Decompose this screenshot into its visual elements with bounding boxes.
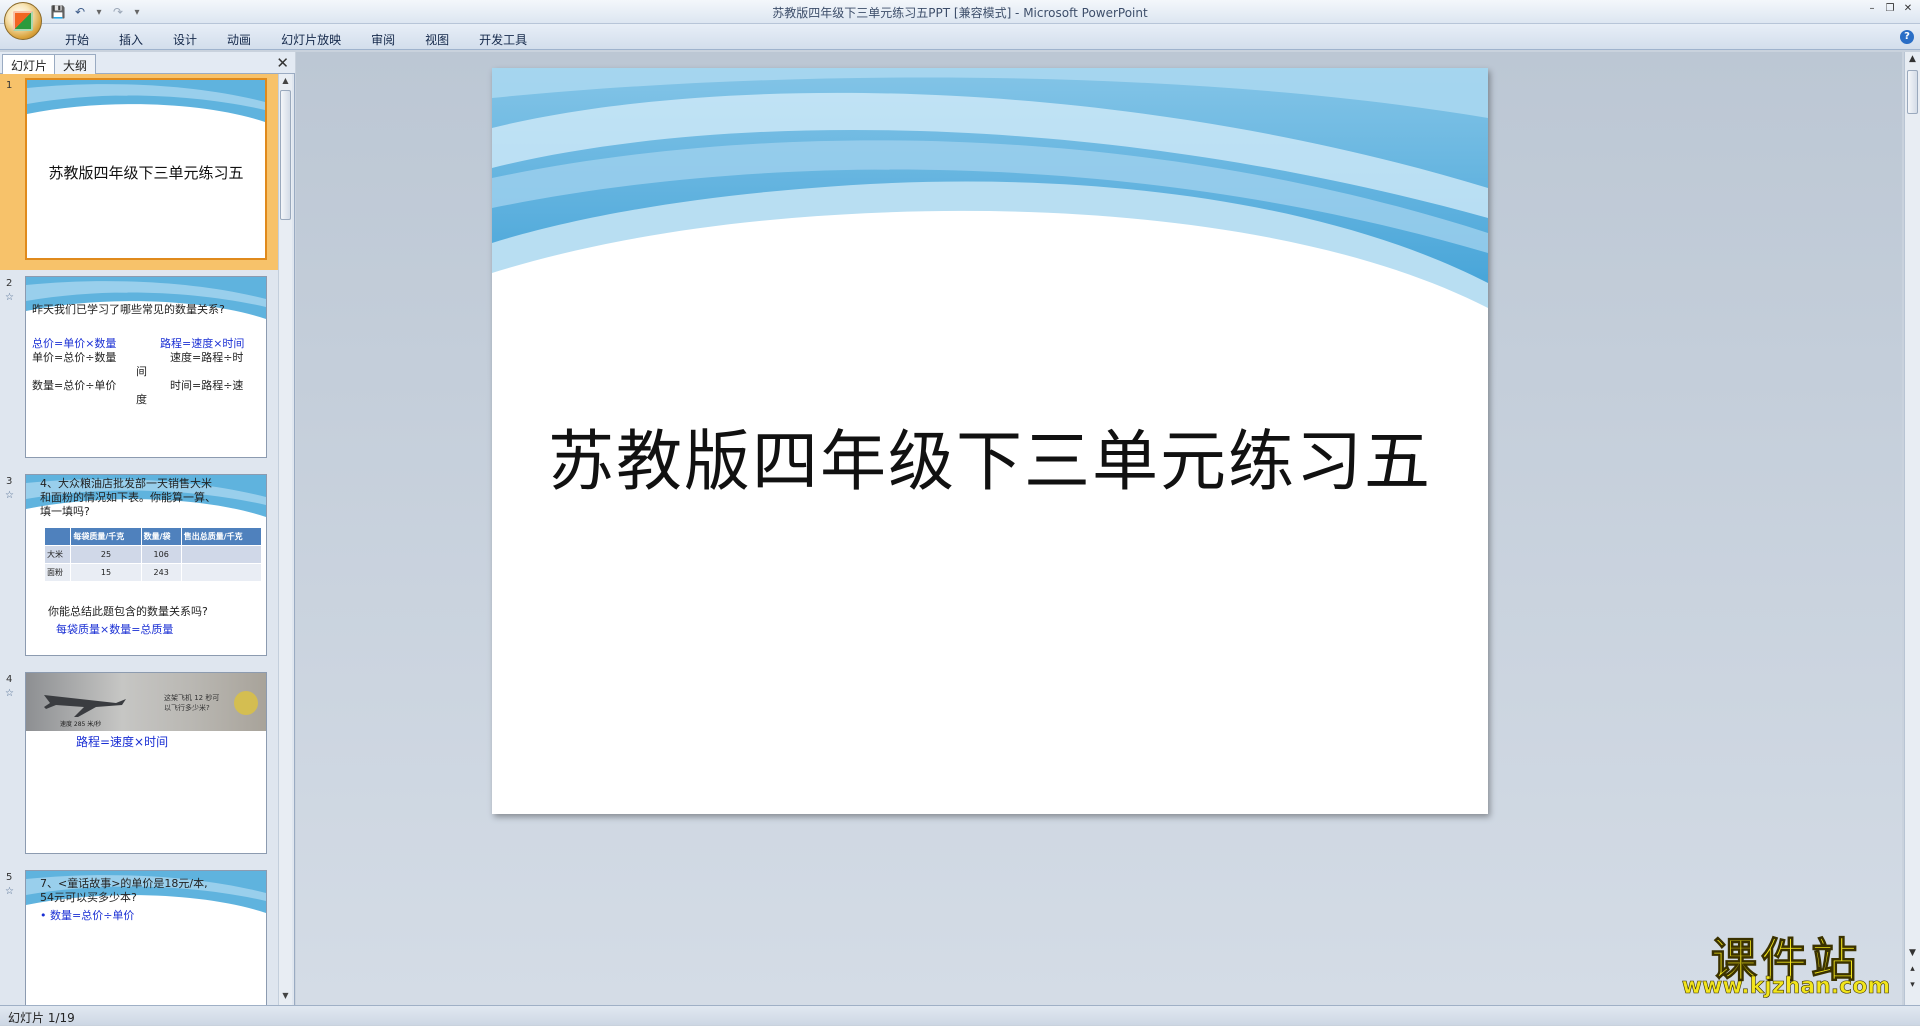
thumbnail-heading: 昨天我们已学习了哪些常见的数量关系? [32, 303, 225, 316]
table-cell: 大米 [43, 545, 72, 564]
window-controls: – ❐ ✕ [1864, 2, 1916, 16]
help-icon[interactable]: ? [1900, 30, 1914, 44]
office-logo-icon [13, 11, 33, 31]
thumbnail-title: 苏教版四年级下三单元练习五 [48, 164, 244, 182]
tab-slides[interactable]: 幻灯片 [2, 54, 57, 74]
close-pane-icon[interactable]: ✕ [276, 54, 289, 72]
table-header-cell: 每袋质量/千克 [70, 527, 142, 546]
table-header-cell: 数量/袋 [140, 527, 182, 546]
previous-slide-icon[interactable]: ▴ [1907, 964, 1918, 978]
slide-thumbnail: 这架飞机 12 秒可 以飞行多少米? 速度 285 米/秒 路程=速度×时间 [25, 672, 267, 854]
office-button[interactable] [4, 2, 42, 40]
thumbnail-bullet: • 数量=总价÷单价 [40, 909, 135, 922]
tab-home[interactable]: 开始 [50, 28, 104, 51]
photo-caption: 这架飞机 12 秒可 [164, 694, 220, 702]
wave-background [27, 80, 265, 122]
title-bar: 💾 ↶ ▾ ↷ ▾ 苏教版四年级下三单元练习五PPT [兼容模式] - Micr… [0, 0, 1920, 40]
slide-counter: 幻灯片 1/19 [8, 1011, 75, 1025]
tab-insert[interactable]: 插入 [104, 28, 158, 51]
table-cell: 面粉 [43, 563, 72, 582]
slide-title[interactable]: 苏教版四年级下三单元练习五 [492, 408, 1488, 504]
tab-review[interactable]: 审阅 [356, 28, 410, 51]
current-slide[interactable]: 苏教版四年级下三单元练习五 [492, 68, 1488, 814]
watermark: 课件站 www.kjzhan.com [1668, 924, 1904, 1004]
thumbnail-question: 你能总结此题包含的数量关系吗? [48, 605, 208, 618]
tab-view[interactable]: 视图 [410, 28, 464, 51]
formula-line: 时间=路程÷速 [170, 379, 244, 392]
thumbnail-slide-5[interactable]: 5 ☆ 7、<童话故事>的单价是18元/本, 54元可以买多少本? • 数量=总… [0, 866, 278, 1005]
photo-speed: 速度 285 米/秒 [60, 721, 102, 728]
formula-line: 单价=总价÷数量 [32, 351, 117, 364]
tab-design[interactable]: 设计 [158, 28, 212, 51]
slide-number: 4 [6, 674, 13, 685]
thumbnail-slide-1[interactable]: 1 苏教版四年级下三单元练习五 [0, 74, 278, 270]
wave-background [492, 68, 1488, 308]
thumbnail-slide-2[interactable]: 2 ☆ 昨天我们已学习了哪些常见的数量关系? 总价=单价×数量 单价=总价÷数量… [0, 272, 278, 468]
pane-tabs: 幻灯片 大纲 ✕ [0, 52, 295, 74]
photo-caption: 以飞行多少米? [164, 704, 210, 712]
scroll-up-icon[interactable]: ▲ [1907, 54, 1918, 68]
animation-star-icon: ☆ [5, 490, 14, 501]
scroll-thumb[interactable] [280, 90, 291, 220]
animation-star-icon: ☆ [5, 886, 14, 897]
ribbon-tabs-bar: 开始 插入 设计 动画 幻灯片放映 审阅 视图 开发工具 ? [0, 24, 1920, 50]
slide-number: 5 [6, 872, 13, 883]
window-title: 苏教版四年级下三单元练习五PPT [兼容模式] - Microsoft Powe… [772, 6, 1148, 20]
next-slide-icon[interactable]: ▾ [1907, 980, 1918, 994]
tab-animations[interactable]: 动画 [212, 28, 266, 51]
thumbnail-formula: 路程=速度×时间 [76, 735, 169, 749]
scroll-up-icon[interactable]: ▲ [280, 76, 291, 88]
scroll-down-icon[interactable]: ▼ [280, 991, 291, 1003]
table-cell [180, 563, 263, 582]
airplane-photo: 这架飞机 12 秒可 以飞行多少米? 速度 285 米/秒 [26, 673, 266, 731]
tab-outline[interactable]: 大纲 [54, 54, 97, 74]
thumbnail-heading: 54元可以买多少本? [40, 891, 137, 904]
thumbnail-slide-4[interactable]: 4 ☆ 这架飞机 12 秒可 以飞行多少米? 速度 285 米/秒 路程=速度×… [0, 668, 278, 864]
slide-number: 3 [6, 476, 13, 487]
animation-star-icon: ☆ [5, 292, 14, 303]
table-cell: 106 [140, 545, 182, 564]
table-cell: 15 [70, 563, 142, 582]
watermark-url: www.kjzhan.com [1681, 974, 1891, 1000]
thumbnail-slide-3[interactable]: 3 ☆ 4、大众粮油店批发部一天销售大米 和面粉的情况如下表。你能算一算、 填一… [0, 470, 278, 666]
slides-pane: 幻灯片 大纲 ✕ 1 苏教版四年级下三单元练习五 2 ☆ 昨天我们已学习了哪些常… [0, 52, 295, 1005]
thumbnail-scrollbar[interactable]: ▲ ▼ [278, 74, 292, 1005]
close-icon[interactable]: ✕ [1900, 2, 1916, 16]
status-bar: 幻灯片 1/19 [0, 1005, 1920, 1025]
table-header-cell: 售出总质量/千克 [180, 527, 263, 546]
slide-thumbnail-list: 1 苏教版四年级下三单元练习五 2 ☆ 昨天我们已学习了哪些常见的数量关系? 总… [0, 74, 278, 1005]
tab-slide-show[interactable]: 幻灯片放映 [266, 28, 356, 51]
table-cell: 243 [140, 563, 182, 582]
slide-scrollbar[interactable]: ▲ ▼ ▴ ▾ [1904, 52, 1920, 1005]
slide-number: 2 [6, 278, 13, 289]
tab-developer[interactable]: 开发工具 [464, 28, 542, 51]
thumbnail-heading: 填一填吗? [40, 505, 90, 518]
minimize-icon[interactable]: – [1864, 2, 1880, 16]
slide-number: 1 [6, 80, 13, 91]
restore-icon[interactable]: ❐ [1882, 2, 1898, 16]
formula-line: 度 [136, 393, 147, 406]
scroll-down-icon[interactable]: ▼ [1907, 948, 1918, 962]
slide-editing-area: 苏教版四年级下三单元练习五 [296, 52, 1902, 1005]
slide-thumbnail: 昨天我们已学习了哪些常见的数量关系? 总价=单价×数量 单价=总价÷数量 数量=… [25, 276, 267, 458]
formula-line: 速度=路程÷时 [170, 351, 244, 364]
table-header-cell [43, 527, 72, 546]
data-table: 每袋质量/千克 数量/袋 售出总质量/千克 大米 25 106 面粉 15 24… [43, 527, 263, 582]
slide-thumbnail: 7、<童话故事>的单价是18元/本, 54元可以买多少本? • 数量=总价÷单价 [25, 870, 267, 1005]
table-cell: 25 [70, 545, 142, 564]
formula-line: 数量=总价÷单价 [32, 379, 117, 392]
thumbnail-answer: 每袋质量×数量=总质量 [56, 623, 174, 636]
slide-thumbnail: 4、大众粮油店批发部一天销售大米 和面粉的情况如下表。你能算一算、 填一填吗? … [25, 474, 267, 656]
ribbon-tabs: 开始 插入 设计 动画 幻灯片放映 审阅 视图 开发工具 [50, 28, 542, 51]
table-cell [180, 545, 263, 564]
slide-thumbnail: 苏教版四年级下三单元练习五 [25, 78, 267, 260]
formula-line: 间 [136, 365, 147, 378]
scroll-thumb[interactable] [1907, 70, 1918, 114]
animation-star-icon: ☆ [5, 688, 14, 699]
